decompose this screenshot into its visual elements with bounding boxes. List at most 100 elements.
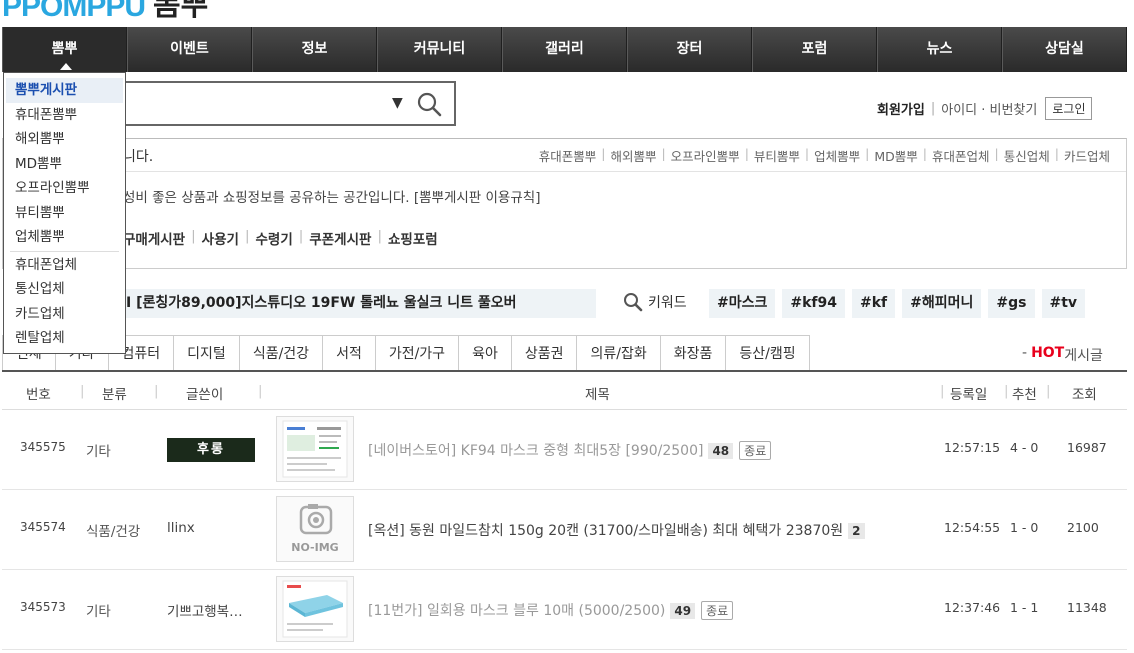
col-writer: 글쓴이	[186, 387, 224, 403]
tab-food-health[interactable]: 식품/건강	[238, 335, 324, 371]
info-link-phone[interactable]: 휴대폰뽐뿌	[539, 146, 597, 165]
col-separator: |	[154, 383, 159, 399]
nav-item-market[interactable]: 장터	[627, 27, 752, 72]
row-views: 2100	[1067, 520, 1099, 535]
sub-link-coupon[interactable]: 쿠폰게시판	[309, 228, 371, 248]
col-view: 조회	[1072, 387, 1097, 403]
separator: |	[922, 146, 928, 161]
join-link[interactable]: 회원가입	[877, 99, 925, 118]
row-recommend: 4 - 0	[1010, 440, 1039, 455]
nav-item-community[interactable]: 커뮤니티	[377, 27, 502, 72]
row-writer[interactable]: llinx	[167, 520, 195, 536]
tab-appliance[interactable]: 가전/가구	[374, 335, 460, 371]
separator: |	[865, 146, 870, 161]
sub-link-receipt[interactable]: 수령기	[256, 228, 293, 248]
post-thumbnail[interactable]: NO-IMG	[276, 496, 354, 562]
info-link-beauty[interactable]: 뷰티뽐뿌	[754, 146, 800, 165]
sub-link-shopping-forum[interactable]: 쇼핑포럼	[388, 228, 438, 248]
dd-item-telecom[interactable]: 통신업체	[4, 277, 125, 302]
dd-item-offline[interactable]: 오프라인뽐뿌	[4, 176, 125, 201]
nav-item-gallery[interactable]: 갤러리	[502, 27, 627, 72]
site-logo[interactable]: PPOMPPU 뽐뿌	[2, 0, 208, 24]
row-num: 345573	[20, 600, 66, 614]
member-links: 회원가입 | 아이디 · 비번찾기 로그인	[877, 96, 1093, 120]
search-icon[interactable]	[413, 89, 447, 119]
info-link-offline[interactable]: 오프라인뽐뿌	[671, 146, 740, 165]
post-title[interactable]: [11번가] 일회용 마스크 블루 10매 (5000/2500) 49 종료	[368, 600, 734, 620]
nav-item-news[interactable]: 뉴스	[877, 27, 1002, 72]
tab-childcare[interactable]: 육아	[458, 335, 512, 371]
post-thumbnail[interactable]	[276, 576, 354, 642]
tab-camping[interactable]: 등산/캠핑	[725, 335, 810, 371]
row-recommend: 1 - 1	[1010, 600, 1039, 615]
table-row[interactable]: 345574 식품/건강 llinx NO-IMG [옥션] 동원 마일드참치 …	[2, 490, 1127, 570]
nav-item-forum[interactable]: 포럼	[752, 27, 877, 72]
info-link-card[interactable]: 카드업체	[1064, 146, 1110, 165]
keyword-label-text: 키워드	[648, 295, 687, 311]
dd-item-ppomppu-board[interactable]: 뽐뿌게시판	[6, 78, 123, 103]
nav-active-caret-icon	[60, 63, 72, 70]
table-row[interactable]: 345575 기타 후롱 [네이버스토어] KF94 마스크 중형 최대5장 […	[2, 410, 1127, 490]
info-link-phone-company[interactable]: 휴대폰업체	[932, 146, 990, 165]
row-date: 12:57:15	[944, 440, 1001, 455]
nav-item-info[interactable]: 정보	[252, 27, 377, 72]
dd-item-phone[interactable]: 휴대폰뽐뿌	[4, 103, 125, 128]
hot-board-link[interactable]: - HOT 게시글	[1022, 345, 1103, 365]
tab-digital[interactable]: 디지털	[173, 335, 240, 371]
find-account-link[interactable]: 아이디 · 비번찾기	[941, 99, 1037, 118]
tab-books[interactable]: 서적	[322, 335, 376, 371]
post-title[interactable]: [네이버스토어] KF94 마스크 중형 최대5장 [990/2500] 48 종료	[368, 440, 772, 460]
dd-item-card[interactable]: 카드업체	[4, 302, 125, 327]
keyword-label: 키워드	[622, 292, 687, 312]
search-box: ▼	[118, 81, 456, 126]
row-writer[interactable]: 기쁘고행복…	[167, 600, 243, 620]
table-row[interactable]: 345573 기타 기쁘고행복… [11번가] 일회용 마스크 블루 10매 (…	[2, 570, 1127, 650]
board-info-title: 니다.	[123, 149, 154, 165]
col-separator: |	[940, 383, 945, 399]
dd-item-beauty[interactable]: 뷰티뽐뿌	[4, 201, 125, 226]
info-link-company[interactable]: 업체뽐뿌	[814, 146, 860, 165]
keyword-tag[interactable]: #마스크	[709, 289, 776, 318]
nav-item-event[interactable]: 이벤트	[127, 27, 252, 72]
keyword-tag[interactable]: #해피머니	[902, 289, 982, 318]
row-date: 12:54:55	[944, 520, 1001, 535]
info-link-md[interactable]: MD뽐뿌	[874, 146, 917, 165]
separator: |	[191, 228, 196, 244]
nav-item-consult[interactable]: 상담실	[1002, 27, 1127, 72]
hot-board-label: 게시글	[1064, 348, 1103, 364]
login-button[interactable]: 로그인	[1045, 96, 1093, 120]
tab-giftcard[interactable]: 상품권	[510, 335, 578, 371]
separator: |	[377, 228, 382, 244]
tab-cosmetics[interactable]: 화장품	[659, 335, 727, 371]
keyword-tag[interactable]: #gs	[988, 289, 1035, 318]
row-category: 식품/건강	[86, 524, 141, 540]
search-dropdown-icon[interactable]: ▼	[392, 95, 403, 111]
keyword-tag[interactable]: #kf	[852, 289, 896, 318]
row-category: 기타	[86, 604, 111, 620]
dd-item-md[interactable]: MD뽐뿌	[4, 152, 125, 177]
sub-link-purchase[interactable]: 구매게시판	[123, 228, 185, 248]
dd-item-rental[interactable]: 렌탈업체	[4, 326, 125, 351]
search-input[interactable]	[120, 83, 390, 124]
post-title[interactable]: [옥션] 동원 마일드참치 150g 20캔 (31700/스마일배송) 최대 …	[368, 520, 865, 540]
separator: |	[661, 146, 666, 161]
col-separator: |	[1046, 383, 1051, 399]
dd-item-phone-company[interactable]: 휴대폰업체	[4, 253, 125, 278]
dd-item-overseas[interactable]: 해외뽐뿌	[4, 127, 125, 152]
row-num: 345575	[20, 440, 66, 454]
logo-korean: 뽐뿌	[153, 0, 209, 22]
keyword-tag[interactable]: #kf94	[782, 289, 845, 318]
separator: |	[744, 146, 749, 161]
separator: |	[1054, 146, 1059, 161]
info-link-telecom[interactable]: 통신업체	[1004, 146, 1050, 165]
sub-link-review[interactable]: 사용기	[202, 228, 239, 248]
col-date: 등록일	[950, 387, 988, 403]
writer-image-nick[interactable]: 후롱	[167, 438, 255, 462]
post-thumbnail[interactable]	[276, 416, 354, 482]
dd-item-company[interactable]: 업체뽐뿌	[4, 225, 125, 250]
keyword-tag[interactable]: #tv	[1041, 289, 1086, 318]
info-link-overseas[interactable]: 해외뽐뿌	[610, 146, 656, 165]
keyword-search-icon	[624, 293, 643, 312]
tab-clothing[interactable]: 의류/잡화	[576, 335, 661, 371]
hot-headline[interactable]: Ⅱ [론칭가89,000]지스튜디오 19FW 톨레뇨 울실크 니트 풀오버	[120, 289, 596, 318]
